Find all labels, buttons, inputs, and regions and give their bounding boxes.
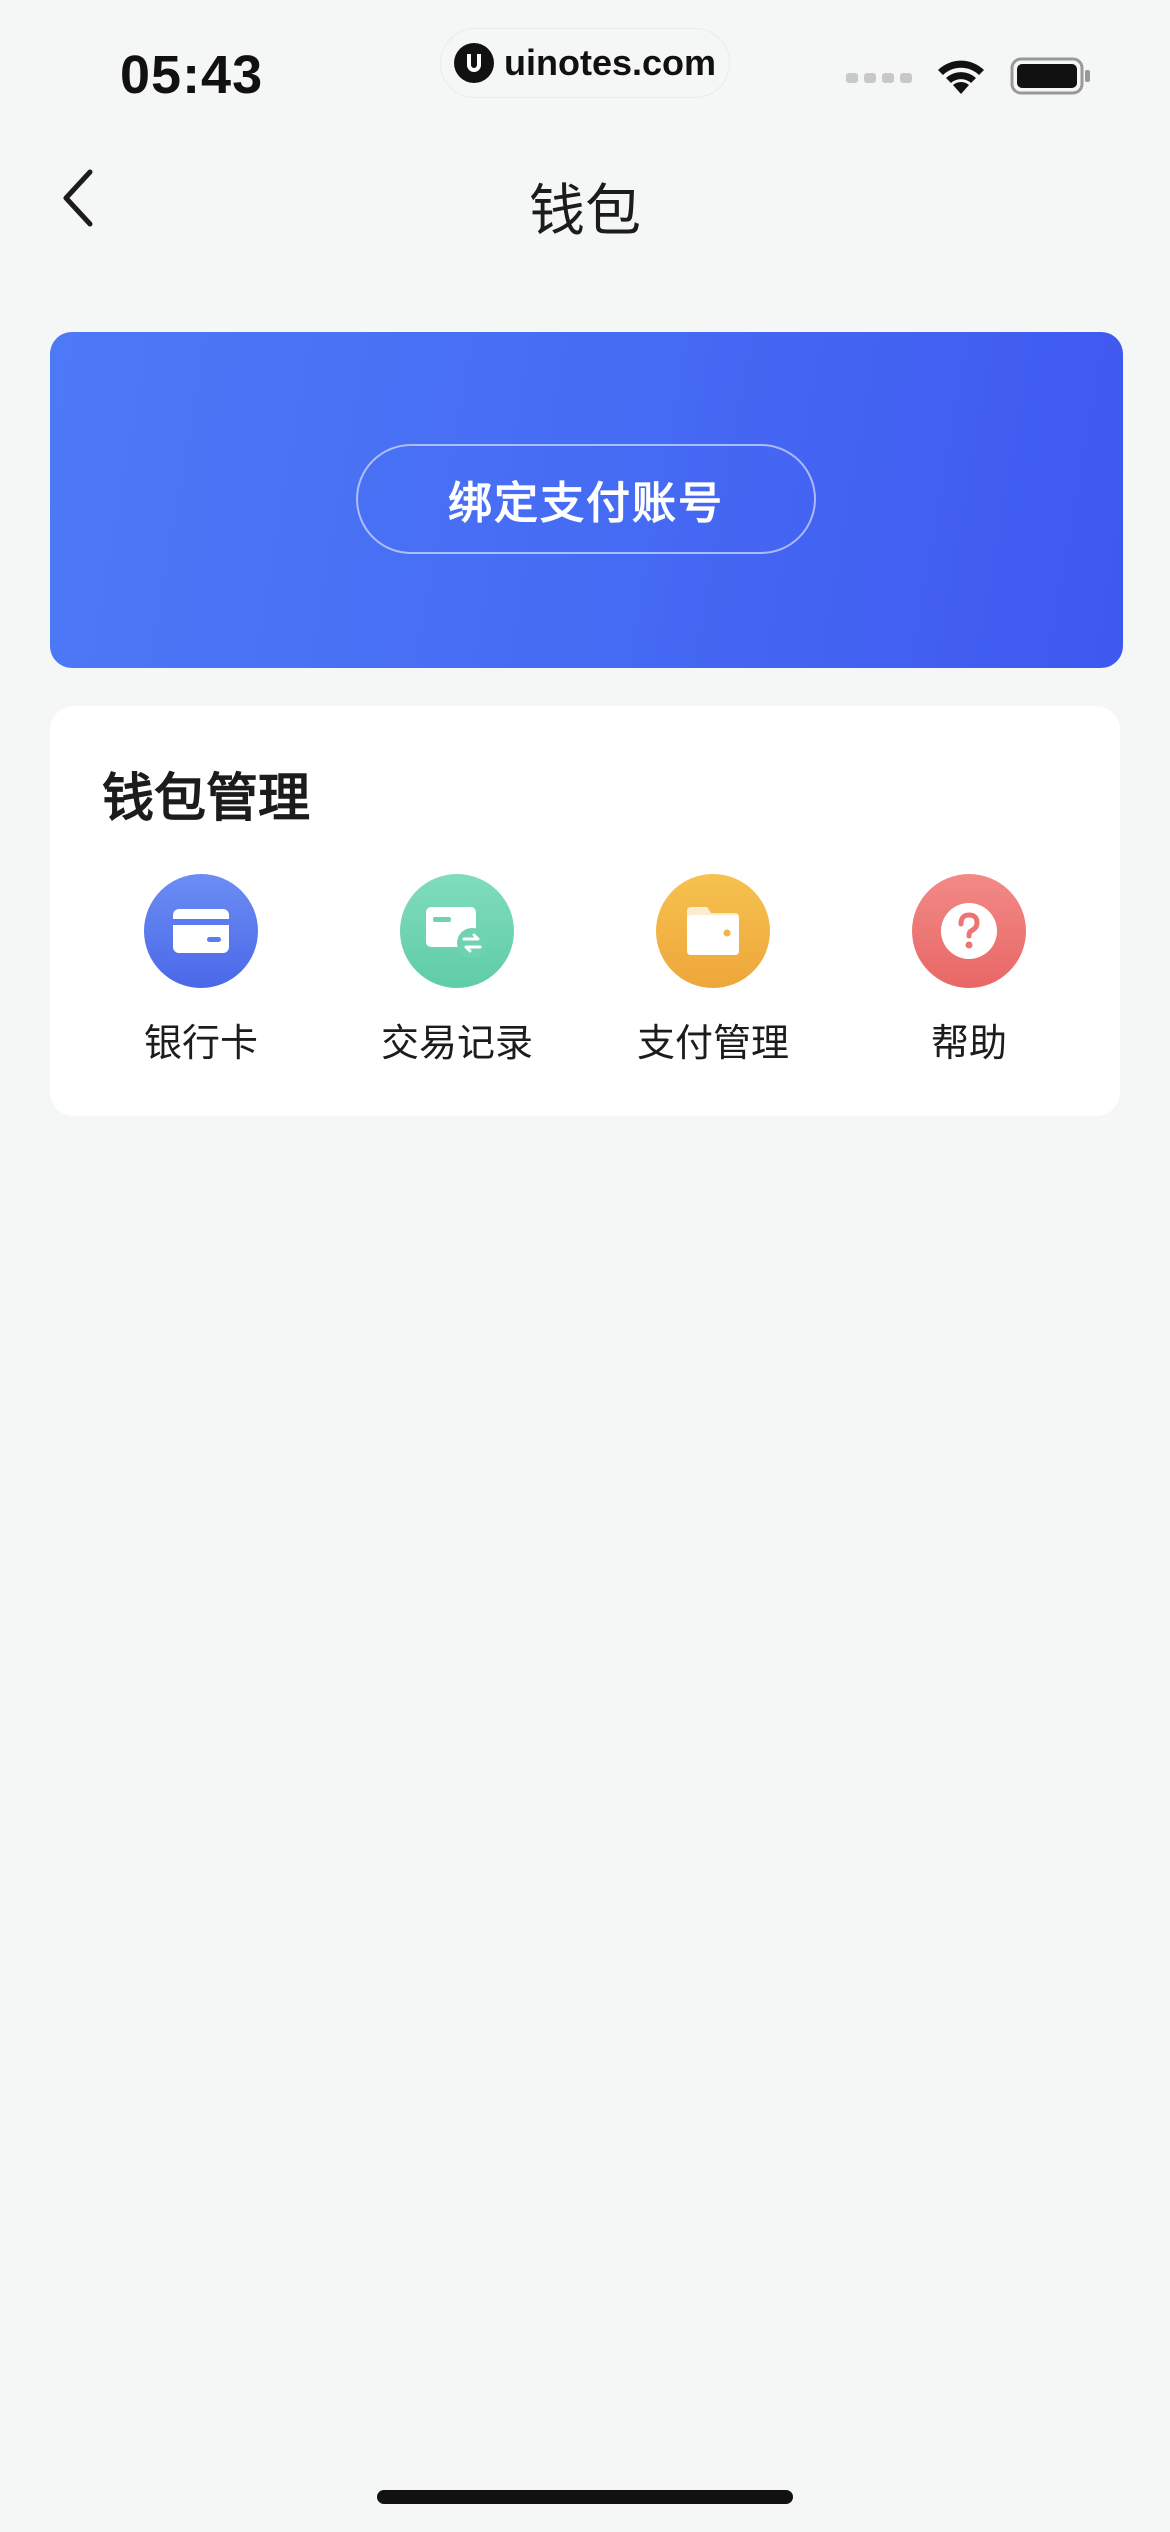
bank-card-icon [144,874,258,988]
wallet-menu-grid: 银行卡 交易记录 支付管理 帮助 [50,874,1120,1067]
menu-item-label: 支付管理 [636,1021,789,1065]
menu-item-label: 帮助 [930,1021,1007,1065]
menu-item-transaction-record[interactable]: 交易记录 [346,874,568,1067]
page-title: 钱包 [529,179,641,244]
wallet-management-card: 钱包管理 银行卡 交易记录 支付管理 帮助 [50,706,1120,1116]
bind-payment-account-button[interactable]: 绑定支付账号 [356,444,816,554]
menu-item-label: 银行卡 [143,1021,258,1065]
bind-account-banner: 绑定支付账号 [50,332,1123,668]
section-title: 钱包管理 [102,769,311,829]
home-indicator[interactable] [377,2490,793,2504]
wifi-icon [934,56,988,100]
signal-icon [846,73,912,83]
menu-item-payment-management[interactable]: 支付管理 [602,874,824,1067]
battery-icon [1010,56,1092,100]
transaction-record-icon [400,874,514,988]
status-bar: 05:43 uinotes.com [0,0,1170,140]
watermark-badge: uinotes.com [440,28,730,98]
wallet-folder-icon [656,874,770,988]
wallet-screen: 05:43 uinotes.com 钱包 绑定支付账号 钱包管理 银行卡 交易记… [0,0,1170,2532]
menu-item-help[interactable]: 帮助 [858,874,1080,1067]
watermark-logo-icon [453,43,494,83]
menu-item-bank-card[interactable]: 银行卡 [90,874,312,1067]
status-icons [846,56,1092,100]
watermark-text: uinotes.com [503,42,717,83]
help-icon [912,874,1026,988]
menu-item-label: 交易记录 [380,1021,533,1065]
status-time: 05:43 [120,45,264,105]
nav-bar: 钱包 [0,140,1170,260]
